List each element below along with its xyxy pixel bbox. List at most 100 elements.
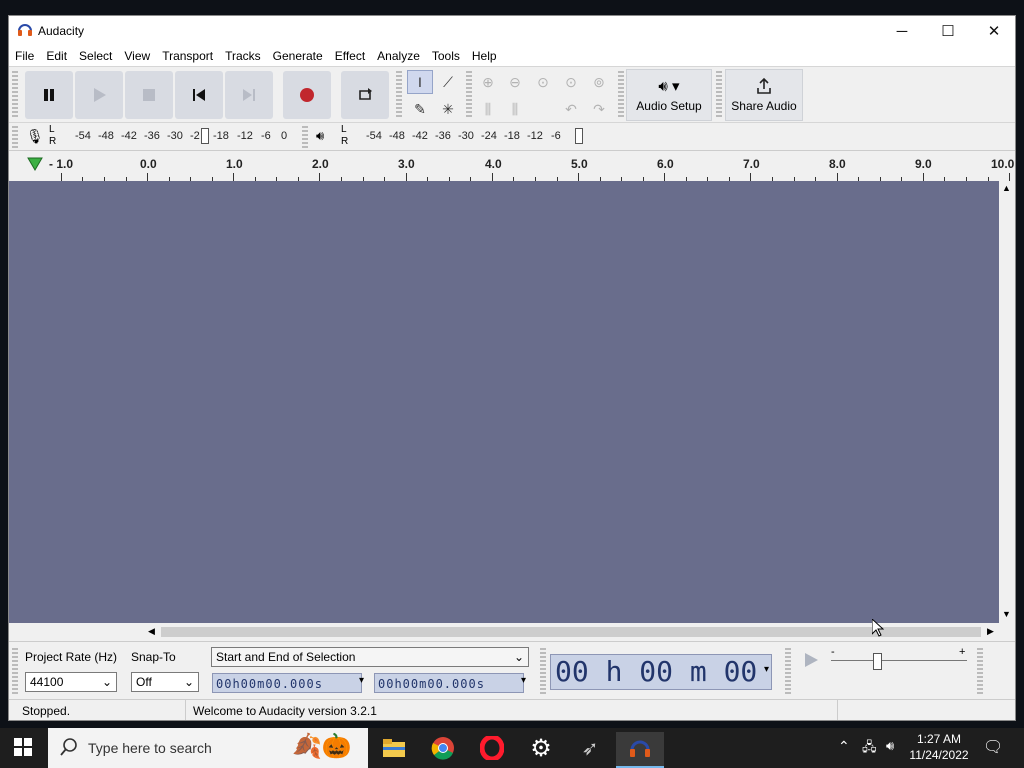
title-bar[interactable]: Audacity ─ ☐ ✕ (9, 16, 1015, 46)
share-audio-button[interactable]: Share Audio (725, 69, 803, 121)
settings-taskbar-button[interactable]: ⚙ (517, 732, 565, 764)
horizontal-scroll-thumb[interactable] (161, 627, 981, 637)
record-button[interactable] (283, 71, 331, 119)
menu-view[interactable]: View (118, 46, 156, 66)
time-display[interactable]: 00 h 00 m 00 s (550, 654, 772, 720)
ruler-label: 10.0 (991, 157, 1015, 171)
menu-edit[interactable]: Edit (40, 46, 73, 66)
toolbar-grip[interactable] (785, 648, 791, 694)
notification-icon[interactable]: 🗨︎ (983, 737, 1003, 757)
menu-generate[interactable]: Generate (267, 46, 329, 66)
speed-slider-track[interactable] (831, 660, 967, 661)
zoom-toggle-button[interactable]: ⊚ (586, 70, 612, 94)
dropdown-arrow-icon[interactable]: ▾ (359, 675, 364, 686)
toolbar-grip[interactable] (540, 648, 546, 694)
taskbar-search-box[interactable]: Type here to search 🍂🎃 (48, 728, 368, 768)
windows-logo-icon (14, 738, 32, 756)
speaker-icon[interactable]: 🔊︎ (316, 128, 324, 144)
toolbar-grip[interactable] (12, 126, 18, 148)
microphone-icon[interactable]: 🎙︎ (26, 128, 44, 145)
scroll-left-icon[interactable]: ◀ (148, 626, 155, 637)
selection-end-value: 00h00m00.000s (378, 677, 485, 691)
toolbar-grip[interactable] (716, 71, 722, 119)
play-button[interactable] (75, 71, 123, 119)
stop-button[interactable] (125, 71, 173, 119)
selection-toolbar: Project Rate (Hz) 44100 ⌄ Snap-To Off ⌄ … (9, 641, 1015, 720)
playback-meter-slider[interactable] (575, 128, 583, 144)
fit-selection-button[interactable]: ⊙ (530, 70, 556, 94)
windows-start-button[interactable] (14, 738, 32, 759)
silence-button[interactable]: ⫼ (502, 97, 528, 121)
ruler-tick (319, 173, 321, 181)
ruler-label: 1.0 (226, 157, 243, 171)
menu-help[interactable]: Help (466, 46, 503, 66)
audacity-taskbar-button[interactable] (616, 732, 664, 768)
show-hidden-icons-icon[interactable]: ⌃ (838, 738, 850, 755)
skip-to-end-button[interactable] (225, 71, 273, 119)
menu-select[interactable]: Select (73, 46, 118, 66)
selection-tool-button[interactable]: I (407, 70, 433, 94)
menu-file[interactable]: File (9, 46, 40, 66)
undo-button[interactable]: ↶ (558, 97, 584, 121)
timeline-ruler[interactable]: - 1.0 0.0 1.0 2.0 3.0 4.0 5.0 6.0 7.0 8.… (9, 150, 1015, 182)
selection-start-time[interactable]: 00h00m00.000s (212, 673, 362, 693)
rocket-icon: ➶ (581, 737, 599, 760)
dropdown-arrow-icon[interactable]: ▾ (521, 675, 526, 686)
time-format-dropdown-icon[interactable]: ▾ (764, 664, 769, 675)
loop-button[interactable] (341, 71, 389, 119)
envelope-tool-button[interactable]: ⟋ (435, 70, 461, 94)
share-icon (757, 77, 771, 94)
minimize-button[interactable]: ─ (879, 16, 925, 46)
toolbar-grip[interactable] (396, 71, 402, 119)
skip-to-start-button[interactable] (175, 71, 223, 119)
chrome-taskbar-button[interactable] (419, 732, 467, 764)
toolbar-grip[interactable] (466, 71, 472, 119)
snap-to-select[interactable]: Off ⌄ (131, 672, 199, 692)
scroll-up-icon[interactable]: ▲ (1002, 183, 1011, 193)
maximize-button[interactable]: ☐ (925, 16, 971, 46)
horizontal-scrollbar[interactable]: ◀ ▶ (9, 623, 1015, 641)
redo-button[interactable]: ↷ (586, 97, 612, 121)
network-icon[interactable]: 🖧︎ (862, 738, 877, 760)
file-explorer-taskbar-button[interactable] (370, 732, 418, 764)
opera-taskbar-button[interactable] (468, 732, 516, 764)
app-taskbar-button[interactable]: ➶ (566, 732, 614, 764)
track-panel[interactable] (9, 181, 999, 623)
multi-tool-button[interactable]: ✳ (435, 97, 461, 121)
pause-button[interactable] (25, 71, 73, 119)
scroll-right-icon[interactable]: ▶ (987, 626, 994, 637)
fit-project-button[interactable]: ⊙ (558, 70, 584, 94)
record-meter[interactable]: -54 -48 -42 -36 -30 -2 -18 -12 -6 0 (61, 123, 293, 150)
play-head-icon[interactable] (27, 157, 43, 174)
toolbar-grip[interactable] (12, 648, 18, 694)
zoom-out-button[interactable]: ⊖ (502, 70, 528, 94)
speed-slider-thumb[interactable] (873, 653, 882, 670)
playback-meter[interactable]: -54 -48 -42 -36 -30 -24 -18 -12 -6 (354, 123, 594, 150)
trim-button[interactable]: ⫼ (475, 97, 501, 121)
menu-transport[interactable]: Transport (156, 46, 219, 66)
zoom-in-button[interactable]: ⊕ (475, 70, 501, 94)
draw-tool-button[interactable]: ✎ (407, 97, 433, 121)
play-at-speed-button[interactable] (803, 652, 819, 671)
zoom-selection-icon: ⊙ (537, 73, 549, 90)
taskbar-clock[interactable]: 1:27 AM 11/24/2022 (906, 731, 972, 765)
volume-icon[interactable]: 🔊︎ (886, 738, 894, 754)
menu-tracks[interactable]: Tracks (219, 46, 267, 66)
status-message: Welcome to Audacity version 3.2.1 (193, 704, 377, 718)
project-rate-select[interactable]: 44100 ⌄ (25, 672, 117, 692)
toolbar-grip[interactable] (12, 71, 18, 119)
scroll-down-icon[interactable]: ▼ (1002, 609, 1011, 619)
toolbar-grip[interactable] (618, 71, 624, 119)
menu-effect[interactable]: Effect (329, 46, 371, 66)
close-button[interactable]: ✕ (971, 16, 1015, 46)
vertical-scrollbar[interactable]: ▲ ▼ (999, 181, 1015, 623)
record-meter-slider[interactable] (201, 128, 209, 144)
menu-tools[interactable]: Tools (426, 46, 466, 66)
audio-setup-button[interactable]: 🔊︎ ▾ Audio Setup (626, 69, 712, 121)
audio-setup-label: Audio Setup (636, 99, 702, 113)
selection-mode-select[interactable]: Start and End of Selection ⌄ (211, 647, 529, 667)
selection-end-time[interactable]: 00h00m00.000s (374, 673, 524, 693)
toolbar-grip[interactable] (302, 126, 308, 148)
toolbar-grip[interactable] (977, 648, 983, 694)
menu-analyze[interactable]: Analyze (371, 46, 426, 66)
